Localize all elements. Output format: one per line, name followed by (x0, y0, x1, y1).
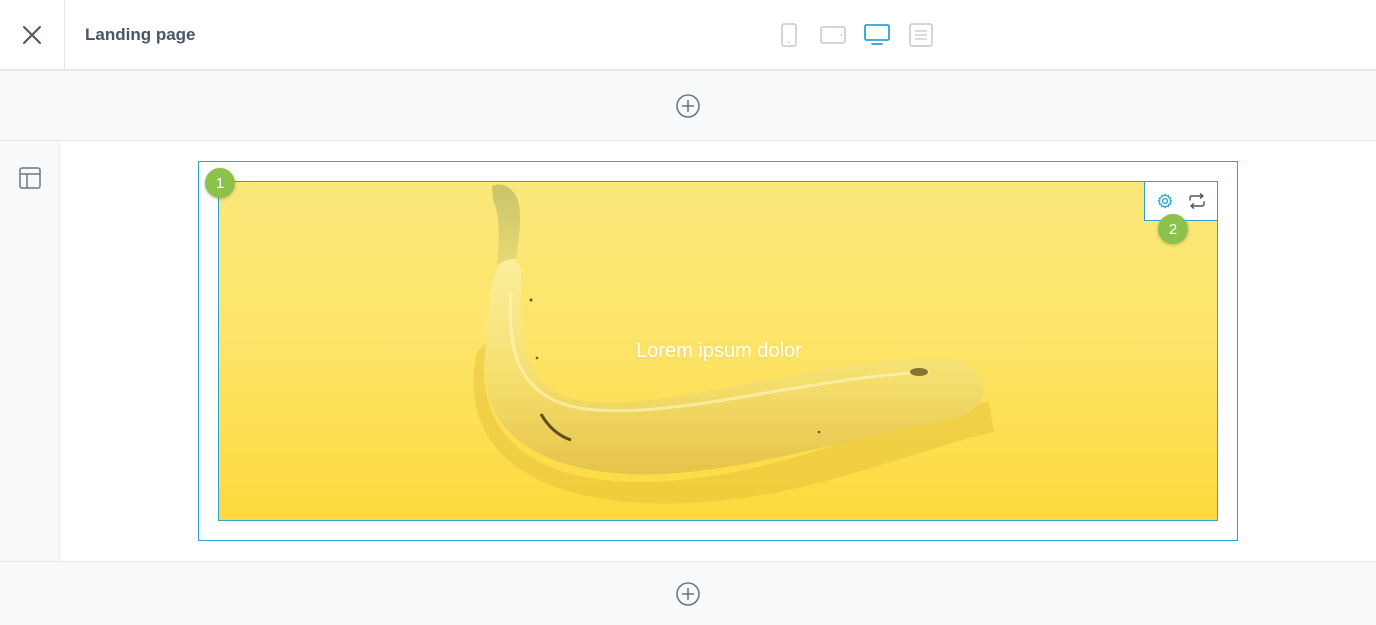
add-section-top-button[interactable] (675, 93, 701, 119)
editor-header: Landing page (0, 0, 1376, 71)
block-swap-button[interactable] (1186, 190, 1208, 212)
layout-button[interactable] (18, 166, 42, 190)
gear-icon (1157, 193, 1173, 209)
device-desktop-button[interactable] (864, 22, 890, 48)
phone-icon (781, 23, 797, 47)
add-section-bottom-bar (0, 561, 1376, 625)
desktop-icon (864, 24, 890, 45)
close-icon (23, 26, 41, 44)
plus-circle-icon (676, 581, 700, 606)
device-document-button[interactable] (908, 22, 934, 48)
swap-icon (1189, 193, 1205, 209)
hero-block[interactable]: Lorem ipsum dolor (218, 181, 1218, 521)
close-button[interactable] (0, 0, 65, 70)
page-title: Landing page (85, 25, 196, 44)
add-section-bottom-button[interactable] (675, 581, 701, 607)
block-toolbar (1144, 181, 1218, 221)
device-mobile-button[interactable] (776, 22, 802, 48)
layout-icon (19, 167, 41, 189)
add-section-top-bar (0, 71, 1376, 141)
marker-badge-1: 1 (205, 168, 235, 198)
plus-circle-icon (676, 93, 700, 118)
marker-badge-2: 2 (1158, 214, 1188, 244)
left-rail (0, 141, 60, 561)
hero-heading[interactable]: Lorem ipsum dolor (219, 340, 1217, 363)
device-tablet-button[interactable] (820, 22, 846, 48)
tablet-icon (820, 26, 846, 44)
block-settings-button[interactable] (1154, 190, 1176, 212)
document-icon (909, 23, 933, 47)
